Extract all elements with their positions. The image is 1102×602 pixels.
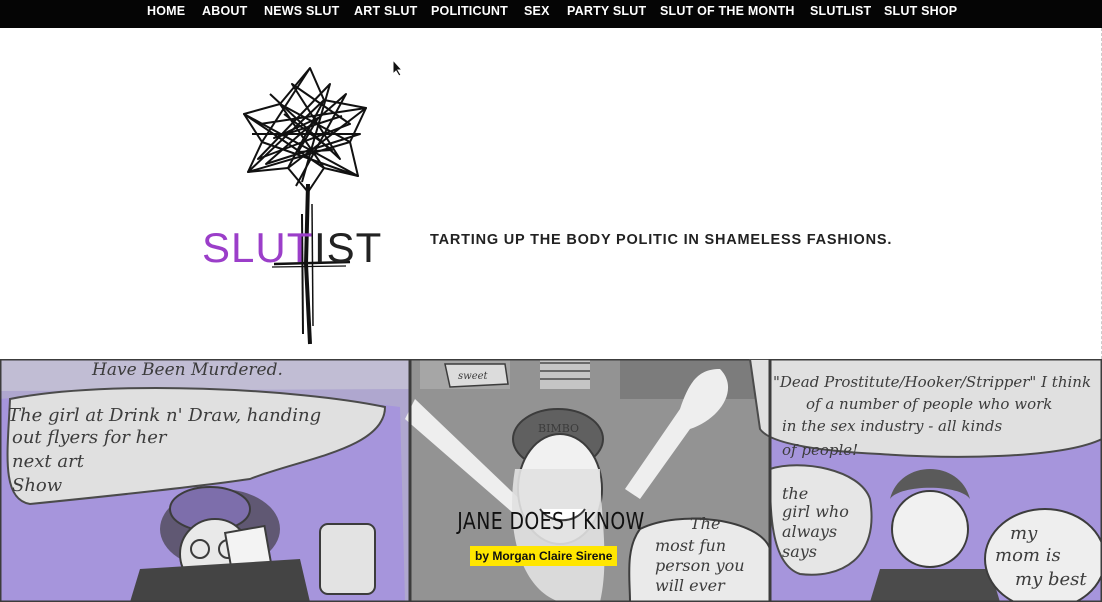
site-logo[interactable]: SLUT IST <box>200 64 390 349</box>
nav-item-slut-of-the-month[interactable]: SLUT OF THE MONTH <box>660 4 795 18</box>
logo-slut-text: SLUT <box>202 224 314 271</box>
nav-item-home[interactable]: HOME <box>147 4 185 18</box>
nav-item-about[interactable]: ABOUT <box>202 4 247 18</box>
nav-item-party-slut[interactable]: PARTY SLUT <box>567 4 646 18</box>
nav-item-slut-shop[interactable]: SLUT SHOP <box>884 4 957 18</box>
logo-ist-text: IST <box>314 224 383 271</box>
article-author-byline[interactable]: by Morgan Claire Sirene <box>470 546 618 566</box>
top-navigation: HOME ABOUT NEWS SLUT ART SLUT POLITICUNT… <box>0 0 1102 28</box>
nav-item-art-slut[interactable]: ART SLUT <box>354 4 417 18</box>
mouse-cursor-icon <box>392 59 404 77</box>
featured-article-hero[interactable]: Have Been Murdered. The girl at Drink n'… <box>0 359 1102 602</box>
nav-item-sex[interactable]: SEX <box>524 4 550 18</box>
nav-item-politicunt[interactable]: POLITICUNT <box>431 4 508 18</box>
site-tagline: TARTING UP THE BODY POLITIC IN SHAMELESS… <box>430 232 893 248</box>
nav-item-slutlist[interactable]: SLUTLIST <box>810 4 871 18</box>
site-header: SLUT IST TARTING UP THE BODY POLITIC IN … <box>0 28 1102 359</box>
scribble-star-icon <box>243 67 367 345</box>
nav-item-news-slut[interactable]: NEWS SLUT <box>264 4 339 18</box>
article-title[interactable]: JANE DOES I KNOW <box>99 509 1003 535</box>
